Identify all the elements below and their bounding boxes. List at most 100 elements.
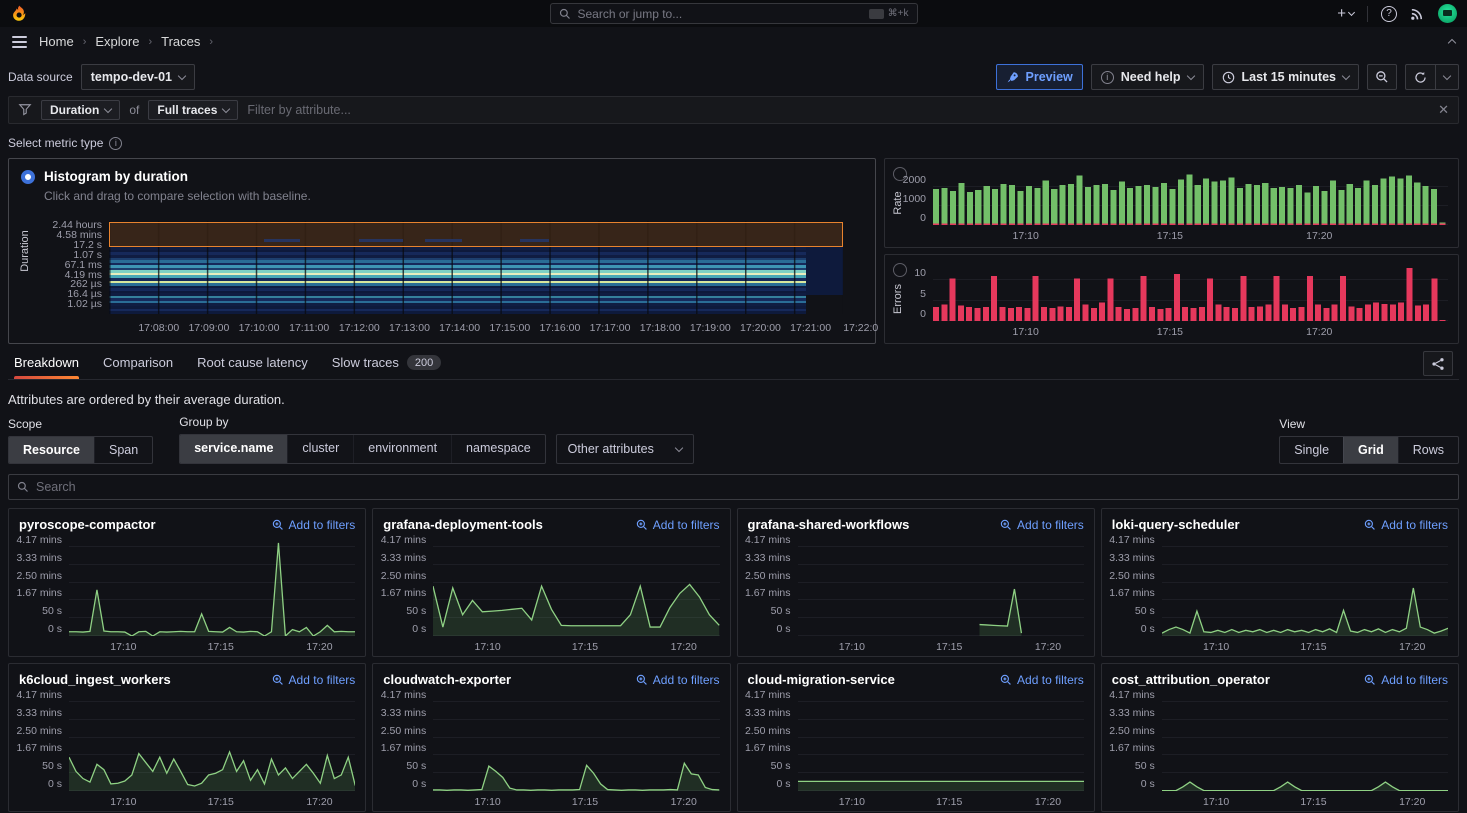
- bar-y-tick: 5: [920, 288, 926, 300]
- service-line-chart: [1162, 695, 1448, 791]
- scope-label: Scope: [8, 417, 153, 431]
- bar-x-tick: 17:20: [1306, 326, 1332, 338]
- breadcrumb-separator: ›: [83, 36, 87, 48]
- view-option-rows[interactable]: Rows: [1398, 437, 1458, 463]
- service-y-tick: 4.17 mins: [745, 689, 791, 701]
- service-y-tick: 3.33 mins: [1109, 552, 1155, 564]
- add-to-filters-button[interactable]: Add to filters: [1364, 518, 1448, 532]
- view-control: View SingleGridRows: [1279, 417, 1459, 464]
- breadcrumb-item[interactable]: Traces: [161, 34, 200, 49]
- search-plus-icon: [272, 519, 284, 531]
- service-plot: 0 s50 s1.67 mins2.50 mins3.33 mins4.17 m…: [1162, 695, 1448, 791]
- service-y-tick: 2.50 mins: [1109, 570, 1155, 582]
- service-x-tick: 17:20: [1035, 641, 1061, 653]
- breakdown-controls: Scope ResourceSpan Group by service.name…: [8, 415, 1459, 464]
- errors-panel[interactable]: Errors 051017:1017:1517:20: [884, 254, 1459, 344]
- bar-y-tick: 2000: [903, 174, 926, 186]
- add-to-filters-button[interactable]: Add to filters: [636, 518, 720, 532]
- bar-y-tick: 10: [914, 267, 926, 279]
- tab-slow-traces[interactable]: Slow traces200: [332, 355, 442, 379]
- service-title: cloudwatch-exporter: [383, 672, 511, 687]
- service-y-tick: 4.17 mins: [1109, 689, 1155, 701]
- global-search-placeholder: Search or jump to...: [578, 7, 862, 21]
- histogram-plot[interactable]: 2.44 hours4.58 mins17.2 s1.07 s67.1 ms4.…: [109, 221, 863, 317]
- histogram-radio[interactable]: [21, 170, 35, 184]
- service-y-tick: 2.50 mins: [745, 725, 791, 737]
- refresh-interval-dropdown[interactable]: [1435, 65, 1458, 89]
- add-to-filters-button[interactable]: Add to filters: [636, 673, 720, 687]
- grafana-logo[interactable]: [10, 4, 29, 23]
- service-x-tick: 17:20: [306, 641, 332, 653]
- collapse-chevron-up-icon[interactable]: [1449, 34, 1455, 49]
- tab-root-cause-latency[interactable]: Root cause latency: [197, 355, 308, 379]
- group-by-option-cluster[interactable]: cluster: [287, 435, 353, 463]
- service-plot: 0 s50 s1.67 mins2.50 mins3.33 mins4.17 m…: [798, 540, 1084, 636]
- service-y-tick: 2.50 mins: [381, 570, 427, 582]
- service-chart: 0 s50 s1.67 mins2.50 mins3.33 mins4.17 m…: [11, 689, 361, 809]
- global-search[interactable]: Search or jump to... ⌘+k: [550, 3, 918, 24]
- scope-option-span[interactable]: Span: [94, 437, 152, 463]
- service-x-tick: 17:20: [1399, 641, 1425, 653]
- service-line-chart: [69, 540, 355, 636]
- service-y-tick: 50 s: [771, 760, 791, 772]
- trace-type-select[interactable]: Full traces: [148, 100, 238, 120]
- preview-button[interactable]: Preview: [996, 64, 1083, 90]
- zoom-out-button[interactable]: [1367, 64, 1397, 90]
- duration-axis-label: Duration: [19, 230, 31, 272]
- keyboard-shortcut-badge: ⌘+k: [869, 8, 909, 19]
- add-to-filters-button[interactable]: Add to filters: [272, 518, 356, 532]
- clear-filter-icon[interactable]: ✕: [1438, 102, 1449, 118]
- help-icon[interactable]: ?: [1381, 6, 1397, 22]
- refresh-icon: [1414, 71, 1427, 84]
- funnel-icon: [18, 103, 32, 117]
- user-avatar[interactable]: [1438, 4, 1457, 23]
- service-y-tick: 1.67 mins: [1109, 742, 1155, 754]
- bar-x-tick: 17:15: [1157, 230, 1183, 242]
- service-panel: grafana-deployment-tools Add to filters …: [372, 508, 730, 657]
- service-plot: 0 s50 s1.67 mins2.50 mins3.33 mins4.17 m…: [69, 540, 355, 636]
- service-x-tick: 17:20: [1399, 796, 1425, 808]
- errors-radio[interactable]: [893, 263, 907, 277]
- attribute-filter-input[interactable]: Filter by attribute...: [247, 103, 351, 117]
- need-help-button[interactable]: i Need help: [1091, 64, 1204, 90]
- tab-breakdown[interactable]: Breakdown: [14, 355, 79, 379]
- add-to-filters-button[interactable]: Add to filters: [1364, 673, 1448, 687]
- heatmap-selection[interactable]: [109, 222, 843, 247]
- group-by-option-namespace[interactable]: namespace: [451, 435, 545, 463]
- heatmap-x-tick: 17:09:00: [188, 322, 229, 334]
- menu-toggle-icon[interactable]: [12, 36, 27, 48]
- share-button[interactable]: [1423, 351, 1453, 376]
- service-y-tick: 50 s: [42, 760, 62, 772]
- news-icon[interactable]: [1410, 6, 1425, 21]
- add-to-filters-button[interactable]: Add to filters: [1000, 518, 1084, 532]
- attribute-search[interactable]: Search: [8, 474, 1459, 500]
- refresh-button[interactable]: [1406, 65, 1435, 89]
- rate-panel[interactable]: Rate 01000200017:1017:1517:20: [884, 158, 1459, 248]
- service-title: cloud-migration-service: [748, 672, 895, 687]
- view-option-grid[interactable]: Grid: [1343, 437, 1398, 463]
- group-by-option-service-name[interactable]: service.name: [180, 435, 287, 463]
- add-to-filters-button[interactable]: Add to filters: [272, 673, 356, 687]
- search-icon: [559, 8, 571, 20]
- service-x-tick: 17:15: [936, 641, 962, 653]
- time-range-picker[interactable]: Last 15 minutes: [1212, 64, 1359, 90]
- tab-comparison[interactable]: Comparison: [103, 355, 173, 379]
- duration-select[interactable]: Duration: [41, 100, 120, 120]
- search-plus-icon: [1364, 674, 1376, 686]
- service-panel: cost_attribution_operator Add to filters…: [1101, 663, 1459, 812]
- datasource-picker[interactable]: tempo-dev-01: [81, 64, 195, 90]
- histogram-panel[interactable]: Histogram by duration Click and drag to …: [8, 158, 876, 344]
- service-x-tick: 17:10: [839, 796, 865, 808]
- other-attributes-select[interactable]: Other attributes: [556, 434, 694, 464]
- view-option-single[interactable]: Single: [1280, 437, 1343, 463]
- add-to-filters-button[interactable]: Add to filters: [1000, 673, 1084, 687]
- breadcrumb-item[interactable]: Home: [39, 34, 74, 49]
- scope-control: Scope ResourceSpan: [8, 417, 153, 464]
- scope-option-resource[interactable]: Resource: [9, 437, 94, 463]
- rate-plot: 01000200017:1017:1517:20: [933, 168, 1448, 225]
- add-new-button[interactable]: +: [1337, 5, 1354, 22]
- group-by-option-environment[interactable]: environment: [353, 435, 451, 463]
- service-panel: loki-query-scheduler Add to filters 0 s5…: [1101, 508, 1459, 657]
- breadcrumb-item[interactable]: Explore: [95, 34, 139, 49]
- info-icon[interactable]: i: [109, 137, 122, 150]
